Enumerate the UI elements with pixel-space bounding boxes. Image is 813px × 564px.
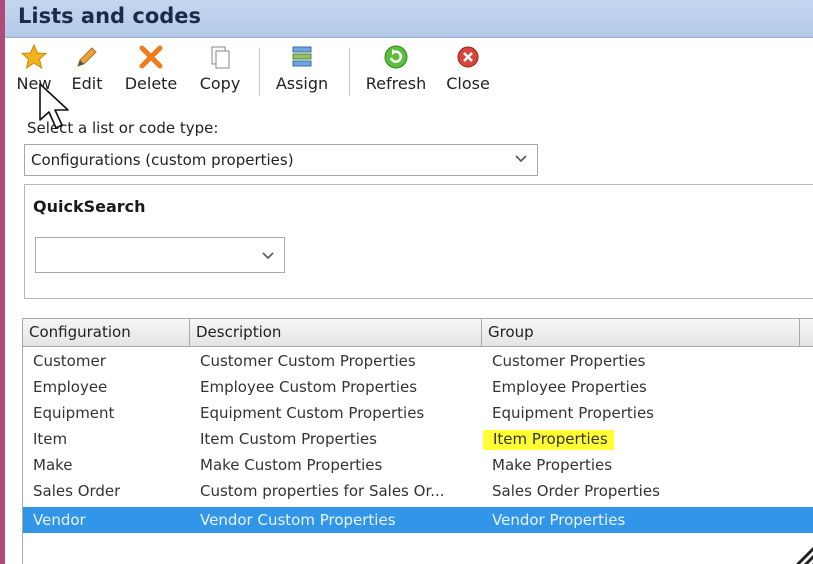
title-bar: Lists and codes [5,0,813,38]
star-icon [21,44,47,70]
cell-group-highlighted: Item Properties [483,428,614,454]
refresh-icon [384,45,408,69]
cell-description: Item Custom Properties [200,430,377,448]
quicksearch-title: QuickSearch [33,197,146,216]
assign-label: Assign [275,74,329,93]
assign-button[interactable]: Assign [271,44,333,100]
pencil-icon [77,47,97,67]
cell-configuration: Vendor [33,511,86,529]
refresh-button[interactable]: Refresh [361,44,431,100]
configurations-grid: Configuration Description Group Customer… [22,318,813,564]
cell-description: Make Custom Properties [200,456,383,474]
cell-configuration: Make [33,456,73,474]
delete-button[interactable]: Delete [121,44,181,100]
cell-configuration: Customer [33,352,106,370]
delete-label: Delete [124,74,178,93]
edit-button[interactable]: Edit [67,44,107,100]
cell-description: Employee Custom Properties [200,378,418,396]
toolbar-divider [349,48,350,96]
delete-x-icon [139,45,163,69]
cell-configuration: Equipment [33,404,115,422]
toolbar: New Edit Delete Copy Assign Refresh Clos… [5,38,813,102]
mouse-cursor-icon [39,83,69,129]
column-header-configuration[interactable]: Configuration [23,319,190,347]
cell-description: Vendor Custom Properties [200,511,396,529]
window-title: Lists and codes [18,4,202,28]
close-label: Close [446,74,490,93]
cell-description: Customer Custom Properties [200,352,416,370]
cell-group: Make Properties [492,456,613,474]
copy-icon [211,46,230,69]
resize-grip-icon[interactable] [781,527,813,564]
cell-group: Employee Properties [492,378,647,396]
toolbar-divider [259,48,260,96]
cell-description: Custom properties for Sales Or... [200,482,445,500]
grid-header: Configuration Description Group [23,319,813,347]
table-row[interactable]: Employee Employee Custom Properties Empl… [23,374,813,400]
highlight-marker: Item Properties [483,430,614,450]
list-type-value: Configurations (custom properties) [31,151,294,169]
cell-description: Equipment Custom Properties [200,404,425,422]
list-type-select[interactable]: Configurations (custom properties) [24,144,538,176]
cell-group: Sales Order Properties [492,482,660,500]
column-header-group[interactable]: Group [482,319,800,347]
cell-configuration: Item [33,430,68,448]
cell-configuration: Employee [33,378,108,396]
table-row[interactable]: Customer Customer Custom Properties Cust… [23,348,813,374]
copy-label: Copy [199,74,241,93]
assign-icon [292,46,312,67]
chevron-down-icon [262,252,274,260]
close-icon [457,46,479,68]
quicksearch-panel: QuickSearch [24,184,813,299]
copy-button[interactable]: Copy [195,44,245,100]
close-button[interactable]: Close [441,44,495,100]
quicksearch-combo[interactable] [35,237,285,273]
cell-group: Vendor Properties [492,511,626,529]
table-row[interactable]: Make Make Custom Properties Make Propert… [23,452,813,478]
table-row[interactable]: Sales Order Custom properties for Sales … [23,478,813,504]
cell-group: Equipment Properties [492,404,654,422]
table-row[interactable]: Equipment Equipment Custom Properties Eq… [23,400,813,426]
cell-configuration: Sales Order [33,482,121,500]
column-header-description[interactable]: Description [190,319,482,347]
edit-label: Edit [71,74,103,93]
table-row[interactable]: Item Item Custom Properties Item Propert… [23,426,813,452]
cell-group: Customer Properties [492,352,646,370]
table-row-selected[interactable]: Vendor Vendor Custom Properties Vendor P… [23,507,813,533]
chevron-down-icon [515,155,527,163]
refresh-label: Refresh [365,74,427,93]
